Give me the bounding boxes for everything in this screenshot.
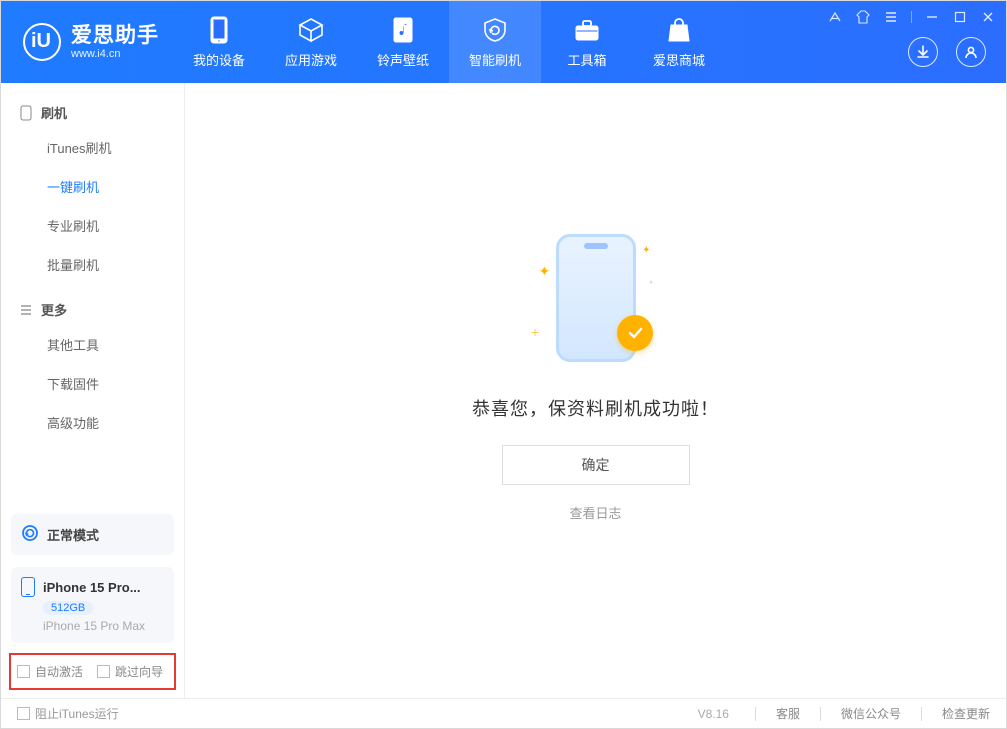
app-url: www.i4.cn bbox=[71, 48, 159, 60]
checkbox-label: 阻止iTunes运行 bbox=[35, 705, 119, 722]
activation-options: 自动激活 跳过向导 bbox=[9, 653, 176, 690]
app-title: 爱思助手 bbox=[71, 24, 159, 47]
device-card[interactable]: iPhone 15 Pro... 512GB iPhone 15 Pro Max bbox=[11, 567, 174, 643]
close-button[interactable] bbox=[980, 9, 996, 25]
app-logo: iU 爱思助手 www.i4.cn bbox=[1, 1, 173, 83]
nav-store[interactable]: 爱思商城 bbox=[633, 1, 725, 83]
feedback-icon[interactable] bbox=[827, 9, 843, 25]
storage-badge: 512GB bbox=[43, 601, 93, 615]
nav-apps[interactable]: 应用游戏 bbox=[265, 1, 357, 83]
sidebar-item-oneclick-flash[interactable]: 一键刷机 bbox=[1, 167, 184, 206]
sidebar: 刷机 iTunes刷机 一键刷机 专业刷机 批量刷机 更多 其他工具 下载固件 … bbox=[1, 83, 185, 698]
success-message: 恭喜您，保资料刷机成功啦！ bbox=[472, 395, 719, 421]
status-label: 正常模式 bbox=[47, 525, 99, 544]
view-log-link[interactable]: 查看日志 bbox=[569, 503, 621, 522]
checkbox-block-itunes[interactable]: 阻止iTunes运行 bbox=[17, 705, 119, 722]
success-illustration: ✦ ✦ ＋ ✦ bbox=[521, 223, 671, 373]
device-full-name: iPhone 15 Pro Max bbox=[43, 619, 164, 633]
music-file-icon bbox=[389, 16, 417, 44]
nav-label: 我的设备 bbox=[193, 50, 245, 69]
phone-small-icon bbox=[21, 577, 35, 597]
account-button[interactable] bbox=[956, 37, 986, 67]
sidebar-item-pro-flash[interactable]: 专业刷机 bbox=[1, 206, 184, 245]
sidebar-group-title: 更多 bbox=[41, 300, 67, 319]
nav-label: 铃声壁纸 bbox=[377, 50, 429, 69]
check-update-link[interactable]: 检查更新 bbox=[942, 705, 990, 722]
nav-my-device[interactable]: 我的设备 bbox=[173, 1, 265, 83]
sidebar-group-more: 更多 bbox=[1, 294, 184, 325]
cube-icon bbox=[297, 16, 325, 44]
main-content: ✦ ✦ ＋ ✦ 恭喜您，保资料刷机成功啦！ 确定 查看日志 bbox=[185, 83, 1006, 698]
check-badge-icon bbox=[617, 315, 653, 351]
checkbox-label: 跳过向导 bbox=[115, 663, 163, 680]
toolbox-icon bbox=[573, 16, 601, 44]
sidebar-item-advanced[interactable]: 高级功能 bbox=[1, 403, 184, 442]
sparkle-icon: ✦ bbox=[648, 278, 655, 287]
titlebar-controls bbox=[827, 9, 996, 25]
app-window: iU 爱思助手 www.i4.cn 我的设备 应用游戏 铃声壁纸 智能刷机 bbox=[0, 0, 1007, 729]
nav-label: 爱思商城 bbox=[653, 50, 705, 69]
maximize-button[interactable] bbox=[952, 9, 968, 25]
checkbox-label: 自动激活 bbox=[35, 663, 83, 680]
nav-label: 工具箱 bbox=[567, 50, 606, 69]
nav-ringtones[interactable]: 铃声壁纸 bbox=[357, 1, 449, 83]
sidebar-item-download-firmware[interactable]: 下载固件 bbox=[1, 364, 184, 403]
checkbox-auto-activate[interactable]: 自动激活 bbox=[17, 663, 83, 680]
checkbox-icon bbox=[17, 707, 30, 720]
version-label: V8.16 bbox=[698, 707, 729, 721]
sparkle-icon: ＋ bbox=[531, 326, 540, 339]
nav-flash[interactable]: 智能刷机 bbox=[449, 1, 541, 83]
sidebar-item-batch-flash[interactable]: 批量刷机 bbox=[1, 245, 184, 284]
refresh-status-icon bbox=[21, 524, 39, 545]
sparkle-icon: ✦ bbox=[539, 263, 551, 280]
menu-lines-icon bbox=[19, 303, 33, 317]
device-name: iPhone 15 Pro... bbox=[43, 580, 141, 595]
device-icon bbox=[19, 106, 33, 120]
phone-icon bbox=[205, 16, 233, 44]
checkbox-skip-guide[interactable]: 跳过向导 bbox=[97, 663, 163, 680]
logo-icon: iU bbox=[23, 23, 61, 61]
nav-label: 智能刷机 bbox=[469, 50, 521, 69]
footer: 阻止iTunes运行 V8.16 客服 微信公众号 检查更新 bbox=[1, 698, 1006, 728]
menu-icon[interactable] bbox=[883, 9, 899, 25]
header: iU 爱思助手 www.i4.cn 我的设备 应用游戏 铃声壁纸 智能刷机 bbox=[1, 1, 1006, 83]
sparkle-icon: ✦ bbox=[642, 245, 650, 256]
nav-toolbox[interactable]: 工具箱 bbox=[541, 1, 633, 83]
checkbox-icon bbox=[17, 665, 30, 678]
support-link[interactable]: 客服 bbox=[776, 705, 800, 722]
ok-button[interactable]: 确定 bbox=[502, 445, 690, 485]
shield-refresh-icon bbox=[481, 16, 509, 44]
sidebar-group-flash: 刷机 bbox=[1, 97, 184, 128]
header-right-controls bbox=[908, 37, 986, 67]
sidebar-group-title: 刷机 bbox=[41, 103, 67, 122]
body: 刷机 iTunes刷机 一键刷机 专业刷机 批量刷机 更多 其他工具 下载固件 … bbox=[1, 83, 1006, 698]
nav-label: 应用游戏 bbox=[285, 50, 337, 69]
checkbox-icon bbox=[97, 665, 110, 678]
download-button[interactable] bbox=[908, 37, 938, 67]
device-status[interactable]: 正常模式 bbox=[11, 514, 174, 555]
skin-icon[interactable] bbox=[855, 9, 871, 25]
wechat-link[interactable]: 微信公众号 bbox=[841, 705, 901, 722]
minimize-button[interactable] bbox=[924, 9, 940, 25]
sidebar-item-itunes-flash[interactable]: iTunes刷机 bbox=[1, 128, 184, 167]
top-nav: 我的设备 应用游戏 铃声壁纸 智能刷机 工具箱 爱思商城 bbox=[173, 1, 725, 83]
shopping-bag-icon bbox=[665, 16, 693, 44]
sidebar-item-other-tools[interactable]: 其他工具 bbox=[1, 325, 184, 364]
